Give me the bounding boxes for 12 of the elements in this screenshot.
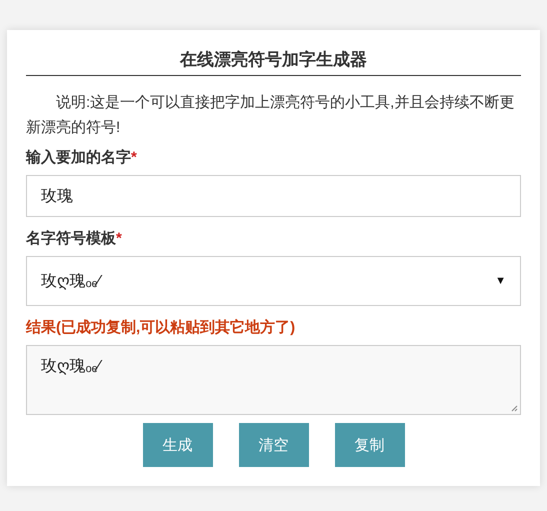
required-mark: * xyxy=(116,230,122,247)
result-text-area[interactable]: 玫ღ瑰ₒₑ⁄ xyxy=(26,345,521,415)
template-dropdown[interactable]: 玫ღ瑰ₒₑ⁄ ▼ xyxy=(26,256,521,306)
required-mark: * xyxy=(131,149,137,166)
field-label: 输入要加的名字 xyxy=(26,149,131,166)
name-input-field[interactable]: 玫瑰 xyxy=(26,175,521,217)
dropdown-arrow-icon: ▼ xyxy=(495,275,506,287)
page-title: 在线漂亮符号加字生成器 xyxy=(26,48,521,76)
field-label: 名字符号模板 xyxy=(26,230,116,247)
result-label: 结果(已成功复制,可以粘贴到其它地方了) xyxy=(26,319,296,336)
description: 说明:这是一个可以直接把字加上漂亮符号的小工具,并且会持续不断更新漂亮的符号! xyxy=(26,93,516,138)
resize-grip-icon xyxy=(510,404,518,412)
